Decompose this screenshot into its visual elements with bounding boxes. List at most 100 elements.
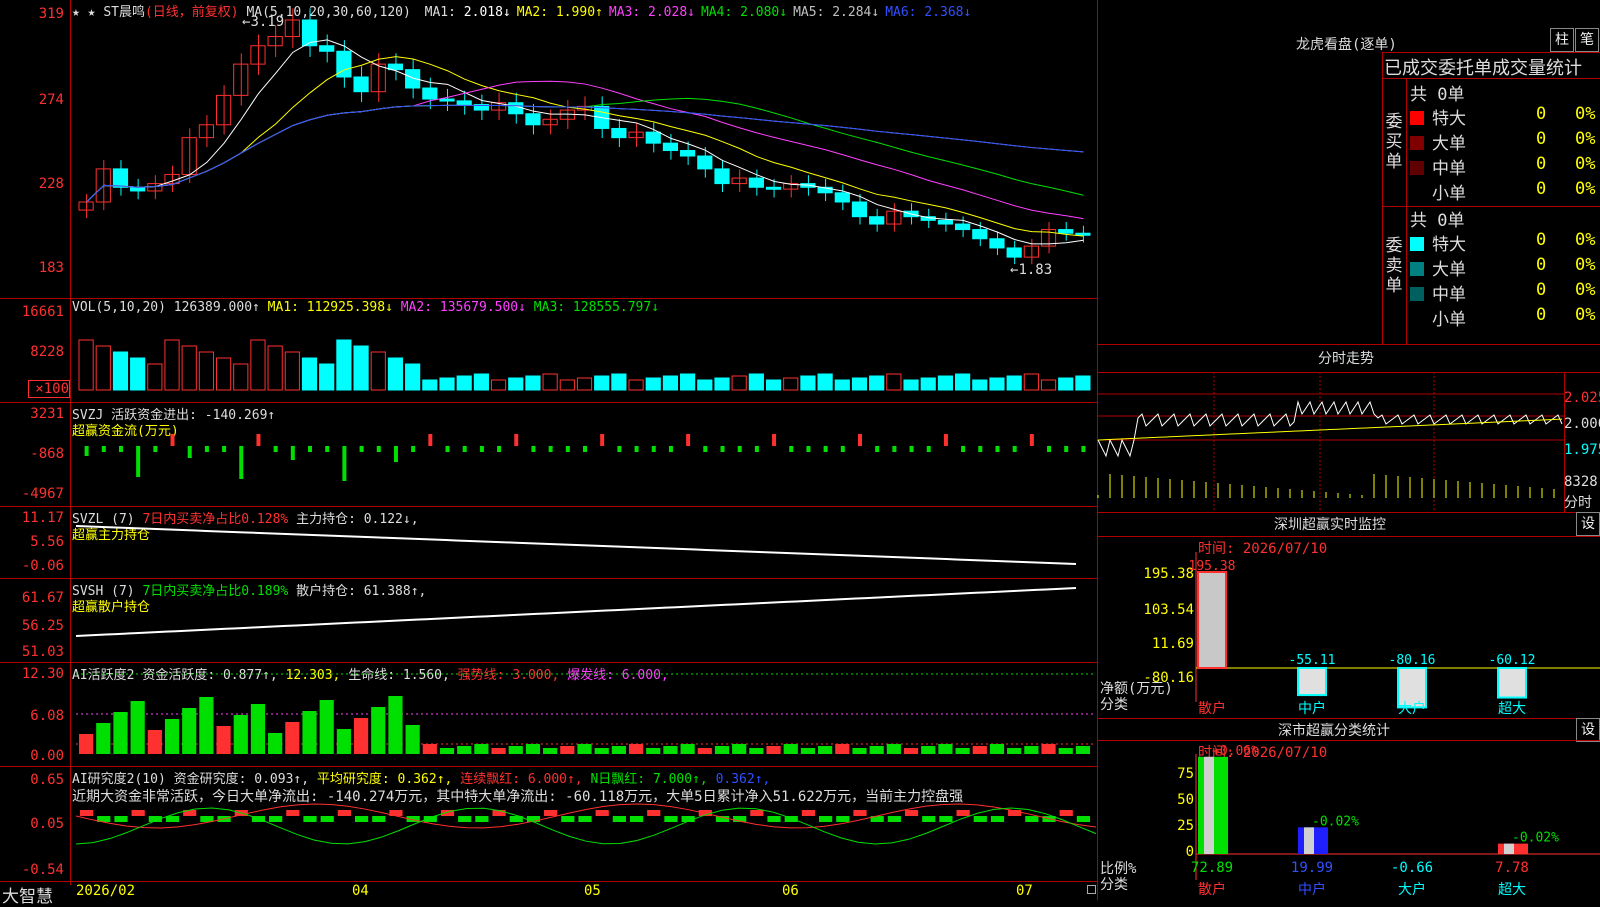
price-chart bbox=[78, 8, 1091, 265]
activity-bar bbox=[628, 744, 644, 754]
candle bbox=[1006, 247, 1022, 258]
volume-bar bbox=[215, 357, 232, 391]
lock-icon[interactable] bbox=[1087, 885, 1096, 894]
research-bar bbox=[819, 816, 833, 822]
svsh-panel[interactable]: SVSH (7) 7日内买卖净占比0.189% 散户持仓: 61.388↑, 超… bbox=[0, 578, 1097, 663]
activity-bar bbox=[1024, 746, 1039, 754]
activity-bar bbox=[113, 712, 128, 754]
divider bbox=[1382, 52, 1383, 344]
flow-bar bbox=[222, 446, 227, 452]
holding-line bbox=[75, 587, 1077, 637]
intraday-panel[interactable]: 分时走势 2.025 2.000 1.975 8328 分时 bbox=[1097, 344, 1600, 513]
research-bar bbox=[1025, 816, 1039, 822]
volume-bar bbox=[937, 375, 954, 391]
category-label: 大户 bbox=[1398, 881, 1426, 898]
volume-bar bbox=[1023, 373, 1039, 391]
activity-bar bbox=[886, 744, 901, 754]
candle bbox=[662, 142, 679, 152]
divider bbox=[1382, 52, 1600, 53]
tick-mode-button[interactable]: 笔 bbox=[1575, 28, 1599, 52]
activity-bar bbox=[422, 744, 437, 754]
activity-bar bbox=[405, 725, 420, 754]
volume-bar bbox=[525, 375, 541, 391]
flow-bar bbox=[875, 446, 880, 452]
volume-bar bbox=[1058, 377, 1074, 391]
volume-bar bbox=[130, 357, 146, 391]
ai-research-panel[interactable]: AI研究度2(10) 资金研究度: 0.093↑, 平均研究度: 0.362↑,… bbox=[0, 766, 1097, 884]
candle bbox=[869, 216, 885, 225]
color-swatch bbox=[1410, 161, 1424, 175]
buy-count: 共 0单 bbox=[1410, 85, 1465, 105]
volume-bar bbox=[78, 339, 94, 391]
research-bar bbox=[990, 816, 1005, 822]
activity-bar bbox=[955, 748, 970, 754]
activity-bar bbox=[663, 746, 678, 754]
activity-bar bbox=[302, 711, 317, 754]
flow-bar bbox=[325, 446, 330, 452]
brand-label: 大智慧 bbox=[2, 887, 53, 907]
bar-top-label: +0.06% bbox=[1212, 744, 1259, 759]
lhb-panel[interactable]: 龙虎看盘(逐单) 柱 笔 已成交委托单成交量统计 委买单 共 0单 特大 0 0% 大… bbox=[1098, 0, 1600, 345]
flow-bar bbox=[892, 446, 897, 452]
activity-bar bbox=[543, 748, 558, 754]
volume-panel[interactable]: VOL(5,10,20) 126389.000↑ MA1: 112925.398… bbox=[0, 298, 1097, 403]
volume-bar bbox=[731, 375, 747, 391]
activity-bar bbox=[989, 744, 1005, 754]
order-size: 小单 bbox=[1432, 310, 1466, 330]
sz-class-panel[interactable]: 深市超赢分类统计 设 时间: 2026/07/10 75 50 25 0 比例%… bbox=[1098, 718, 1600, 900]
flow-bar bbox=[943, 434, 948, 446]
volume-bar bbox=[800, 375, 816, 391]
volume-bar bbox=[594, 375, 610, 391]
activity-bar bbox=[903, 748, 919, 754]
order-percent: 0% bbox=[1575, 255, 1596, 275]
bar-value: -60.12 bbox=[1489, 653, 1536, 668]
research-bar bbox=[286, 810, 300, 816]
intraday-chart bbox=[1097, 372, 1564, 512]
order-row: 特大 0 0% bbox=[1410, 230, 1595, 255]
flow-bar bbox=[840, 446, 845, 452]
volume-bar bbox=[1075, 375, 1091, 391]
volume-bar bbox=[336, 339, 352, 391]
svzj-panel[interactable]: SVZJ 活跃资金进出: -140.269↑ 超赢资金流(万元) 3231 -8… bbox=[0, 402, 1097, 507]
candle bbox=[525, 113, 541, 126]
research-bar bbox=[372, 816, 386, 822]
date-label: 05 bbox=[584, 883, 601, 899]
bar-mode-button[interactable]: 柱 bbox=[1550, 28, 1574, 52]
order-percent: 0% bbox=[1575, 280, 1596, 300]
volume-bar bbox=[886, 373, 902, 391]
sell-orders-label: 委卖单 bbox=[1385, 236, 1403, 296]
flow-bar bbox=[204, 446, 209, 452]
flow-bar bbox=[565, 446, 570, 452]
order-row: 小单 0 0% bbox=[1410, 305, 1595, 330]
price-panel[interactable]: ★ ★ ST晨鸣(日线，前复权) MA(5,10,20,30,60,120) M… bbox=[0, 0, 1097, 299]
sz-monitor-panel[interactable]: 深圳超赢实时监控 设 时间: 2026/07/10 195.38 103.54 … bbox=[1098, 512, 1600, 719]
activity-bar bbox=[766, 746, 781, 754]
svzl-panel[interactable]: SVZL (7) 7日内买卖净占比0.128% 主力持仓: 0.122↓, 超赢… bbox=[0, 506, 1097, 579]
flow-bar bbox=[703, 446, 708, 452]
order-percent: 0% bbox=[1575, 179, 1596, 199]
volume-bar bbox=[697, 379, 713, 391]
svzl-chart bbox=[75, 525, 1077, 565]
buy-orders-label: 委买单 bbox=[1385, 112, 1403, 172]
order-volume: 0 bbox=[1536, 255, 1547, 275]
volume-bar bbox=[508, 377, 524, 391]
volume-bar bbox=[765, 379, 782, 391]
flow-bar bbox=[909, 446, 914, 452]
research-bar bbox=[561, 816, 575, 822]
activity-bar bbox=[972, 746, 987, 754]
ratio-bar-highlight bbox=[1304, 827, 1314, 854]
activity-bar bbox=[439, 748, 455, 754]
flow-bar bbox=[514, 434, 519, 446]
research-bar bbox=[354, 816, 369, 822]
research-bar bbox=[458, 816, 472, 822]
activity-bar bbox=[800, 748, 816, 754]
order-size: 小单 bbox=[1432, 184, 1466, 204]
flow-bar bbox=[961, 446, 966, 452]
category-label: 超大 bbox=[1498, 882, 1526, 898]
flow-bar bbox=[1081, 446, 1086, 452]
volume-bar bbox=[628, 379, 644, 391]
research-bar bbox=[423, 816, 437, 822]
candle bbox=[645, 131, 661, 144]
order-volume: 0 bbox=[1536, 230, 1547, 250]
ai-activity-panel[interactable]: AI活跃度2 资金活跃度: 0.877↑, 12.303, 生命线: 1.560… bbox=[0, 662, 1097, 767]
